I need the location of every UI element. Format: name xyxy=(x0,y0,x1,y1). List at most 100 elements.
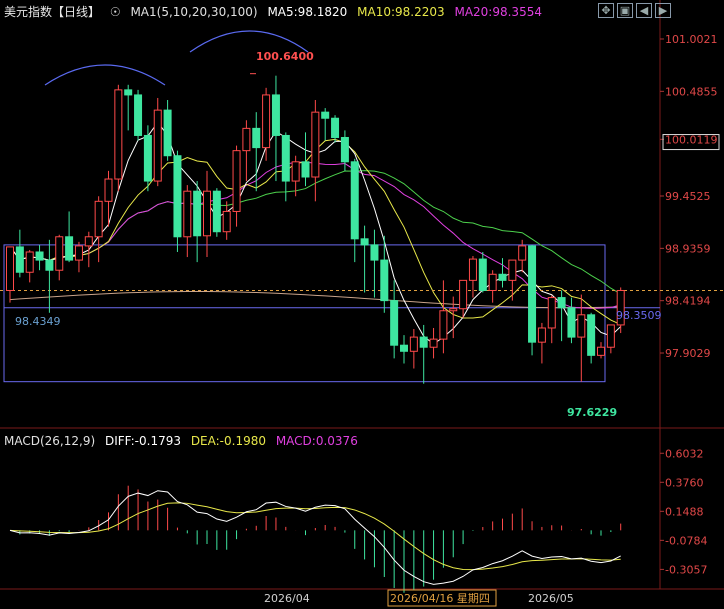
candle-body xyxy=(488,273,497,291)
candle-body xyxy=(390,300,399,346)
macd-tick-label: 0.3760 xyxy=(665,476,704,489)
candle-body xyxy=(281,134,290,182)
candle-body xyxy=(252,127,261,149)
candle-body xyxy=(55,236,64,271)
candle-body xyxy=(459,279,468,310)
macd-histogram xyxy=(19,485,622,593)
y-tick-label: 98.9359 xyxy=(665,242,711,255)
macd-value: MACD:0.0376 xyxy=(275,434,358,448)
pattern-arc xyxy=(44,64,166,86)
candle-body xyxy=(163,109,172,157)
candle-body xyxy=(321,111,330,119)
y-tick-label: 100.4855 xyxy=(665,85,718,98)
candle-body xyxy=(380,259,389,302)
low-label: 97.6229 xyxy=(567,406,617,419)
candle-body xyxy=(271,94,280,136)
candle-body xyxy=(262,94,271,149)
macd-tick-label: -0.3057 xyxy=(665,563,707,576)
candle-body xyxy=(449,308,458,312)
candle-body xyxy=(439,310,448,340)
candle-body xyxy=(193,190,202,237)
y-tick-label: 99.4525 xyxy=(665,190,711,203)
candle-body xyxy=(35,251,44,261)
candle-body xyxy=(340,136,349,163)
candle-body xyxy=(232,150,241,212)
left-price-label: 98.4349 xyxy=(15,315,61,328)
candle-body xyxy=(25,251,34,273)
candle-body xyxy=(311,111,320,178)
macd-tick-label: 0.6032 xyxy=(665,447,704,460)
y-tick-label: 101.0021 xyxy=(665,33,718,46)
candle-body xyxy=(124,89,133,96)
macd-title: MACD(26,12,9) xyxy=(4,434,96,448)
x-tick-label: 2026/05 xyxy=(528,592,574,605)
candle-body xyxy=(173,155,182,238)
candle-body xyxy=(528,245,537,343)
ma-params: MA1(5,10,20,30,100) xyxy=(130,5,258,19)
diff-line xyxy=(9,490,621,585)
candle-body xyxy=(557,297,566,309)
candle-body xyxy=(94,200,103,238)
candle-body xyxy=(567,307,576,338)
ma20-value: MA20:98.3554 xyxy=(454,5,542,19)
candle-body xyxy=(114,89,123,180)
candle-body xyxy=(143,134,152,182)
candle-body xyxy=(577,314,586,338)
move-icon[interactable]: ✥ xyxy=(598,3,614,18)
candle-body xyxy=(498,273,507,281)
candles xyxy=(6,75,625,384)
candle-body xyxy=(478,258,487,291)
candle-body xyxy=(409,336,418,352)
y-tick-label: 100.0119 xyxy=(665,133,718,146)
candle-body xyxy=(331,117,340,138)
candle-body xyxy=(350,161,359,240)
candle-body xyxy=(537,327,546,343)
y-tick-label: 97.9029 xyxy=(665,347,711,360)
candle-body xyxy=(153,109,162,182)
candle-body xyxy=(370,244,379,261)
candle-body xyxy=(508,259,517,281)
candle-body xyxy=(419,336,428,348)
candle-body xyxy=(242,127,251,152)
candle-body xyxy=(597,346,605,356)
restore-icon[interactable]: ▣ xyxy=(617,3,633,18)
macd-diff: DIFF:-0.1793 xyxy=(104,434,181,448)
current-price-label: 98.3509 xyxy=(616,309,662,322)
candle-body xyxy=(15,246,24,273)
candle-body xyxy=(587,314,596,356)
candle-body xyxy=(301,161,310,178)
pattern-arc xyxy=(189,30,309,53)
candle-body xyxy=(429,338,438,348)
candle-body xyxy=(360,238,369,246)
chart-title: 美元指数【日线】 xyxy=(4,5,101,19)
candle-body xyxy=(84,236,93,247)
x-tick-label: 2026/04 xyxy=(264,592,310,605)
macd-dea: DEA:-0.1980 xyxy=(190,434,266,448)
next-icon[interactable]: ▶ xyxy=(655,3,671,18)
candle-body xyxy=(606,324,615,348)
ma10-value: MA10:98.2203 xyxy=(357,5,445,19)
dea-line xyxy=(9,502,621,571)
macd-tick-label: -0.0784 xyxy=(665,534,707,547)
candle-body xyxy=(291,161,300,182)
candle-body xyxy=(183,190,192,238)
macd-header: MACD(26,12,9) DIFF:-0.1793 DEA:-0.1980 M… xyxy=(4,434,364,448)
ma5-value: MA5:98.1820 xyxy=(267,5,348,19)
candle-body xyxy=(45,259,54,271)
macd-tick-label: 0.1488 xyxy=(665,505,704,518)
x-tick-label: 2026/04/16 星期四 xyxy=(390,592,490,605)
high-label: 100.6400 xyxy=(256,50,314,63)
candle-body xyxy=(468,258,477,281)
candle-body xyxy=(212,190,221,233)
toggle-circle-icon[interactable]: ☉ xyxy=(110,5,121,19)
price-chart[interactable]: 101.0021 100.4855 100.0119 99.4525 98.9359 98… xyxy=(0,0,724,609)
candle-body xyxy=(74,245,83,261)
candle-body xyxy=(65,236,74,261)
candle-body xyxy=(547,297,556,329)
candle-body xyxy=(134,94,143,136)
prev-icon[interactable]: ◀ xyxy=(636,3,652,18)
candle-body xyxy=(104,178,113,202)
y-tick-label: 98.4194 xyxy=(665,295,711,308)
candle-body xyxy=(222,210,231,233)
candle-body xyxy=(518,245,527,261)
